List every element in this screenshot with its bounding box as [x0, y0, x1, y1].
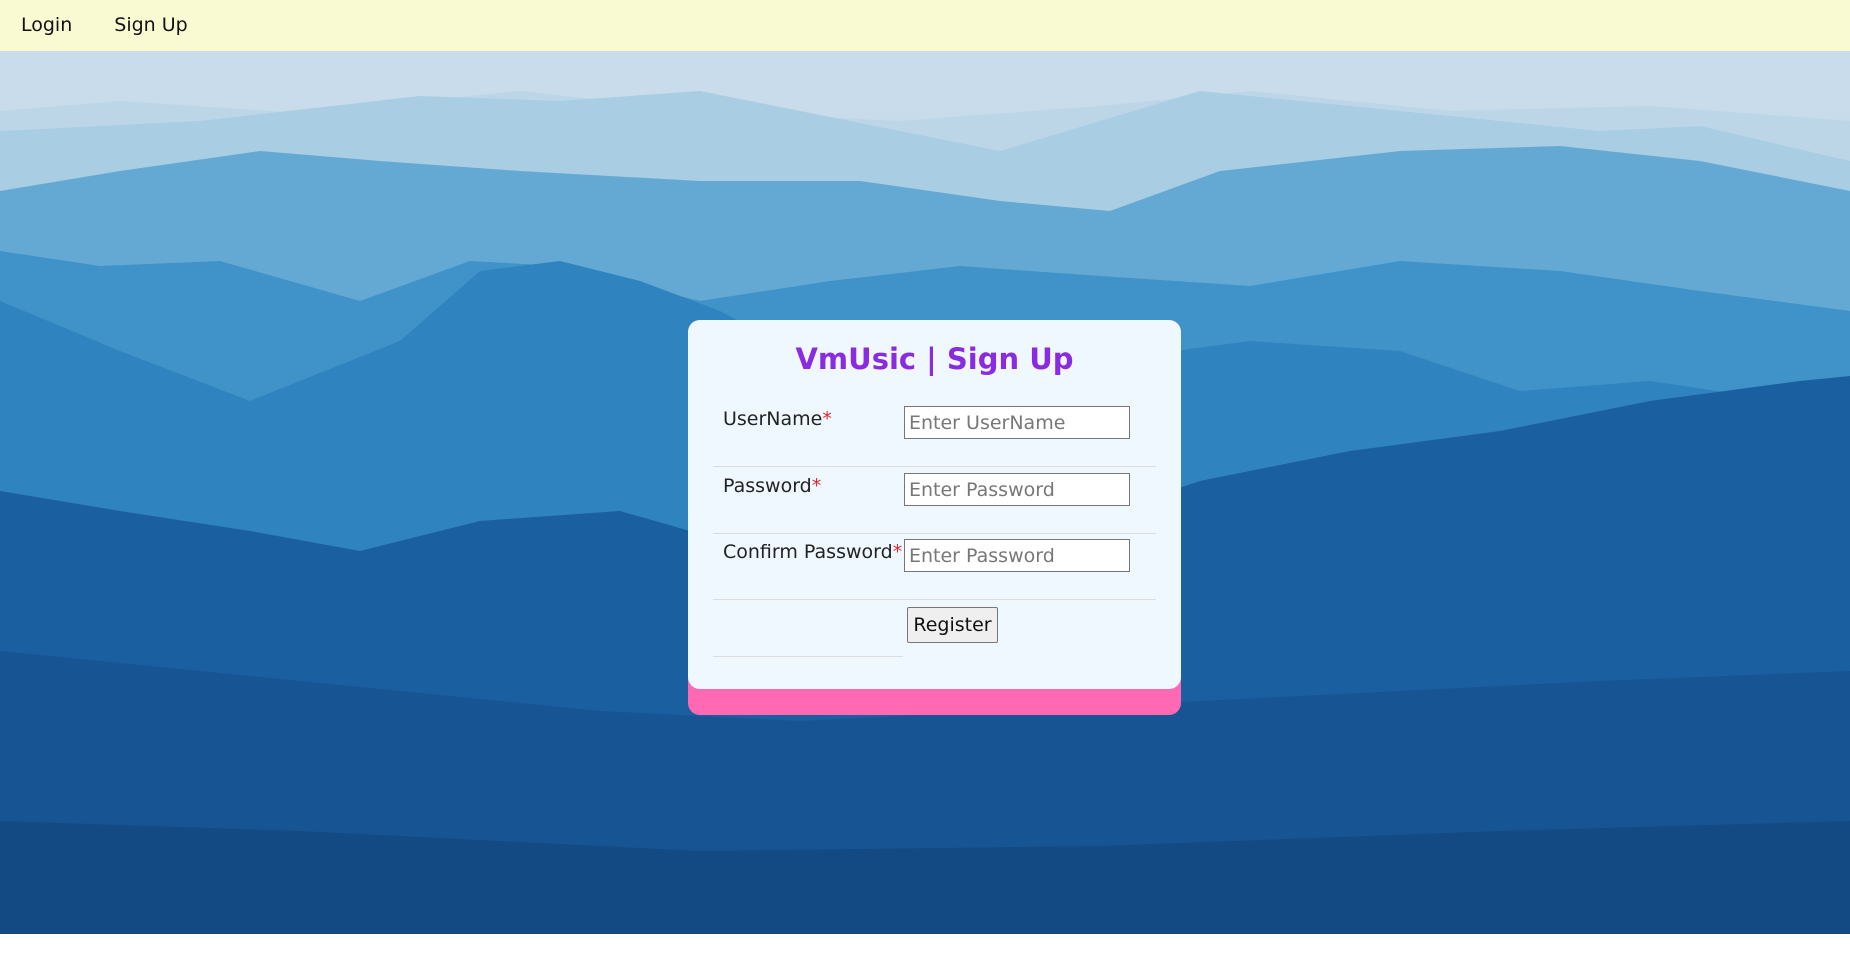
nav-signup-link[interactable]: Sign Up	[114, 0, 187, 51]
confirm-password-input[interactable]	[904, 539, 1130, 572]
required-asterisk: *	[822, 408, 832, 430]
username-input[interactable]	[904, 406, 1130, 439]
confirm-password-label: Confirm Password*	[723, 541, 903, 563]
register-button[interactable]: Register	[907, 607, 998, 643]
top-navbar: Login Sign Up	[0, 0, 1850, 51]
username-label: UserName*	[723, 408, 832, 430]
signup-card-accent: VmUsic | Sign Up UserName* Password* Con…	[688, 320, 1181, 715]
confirm-password-row: Confirm Password*	[713, 533, 1156, 600]
required-asterisk: *	[892, 541, 903, 563]
password-input[interactable]	[904, 473, 1130, 506]
signup-title: VmUsic | Sign Up	[795, 342, 1074, 376]
username-row: UserName*	[713, 400, 1156, 467]
password-label: Password*	[723, 475, 822, 497]
button-row-divider	[713, 592, 903, 657]
nav-login-link[interactable]: Login	[21, 0, 72, 51]
required-asterisk: *	[811, 475, 822, 497]
password-row: Password*	[713, 467, 1156, 534]
